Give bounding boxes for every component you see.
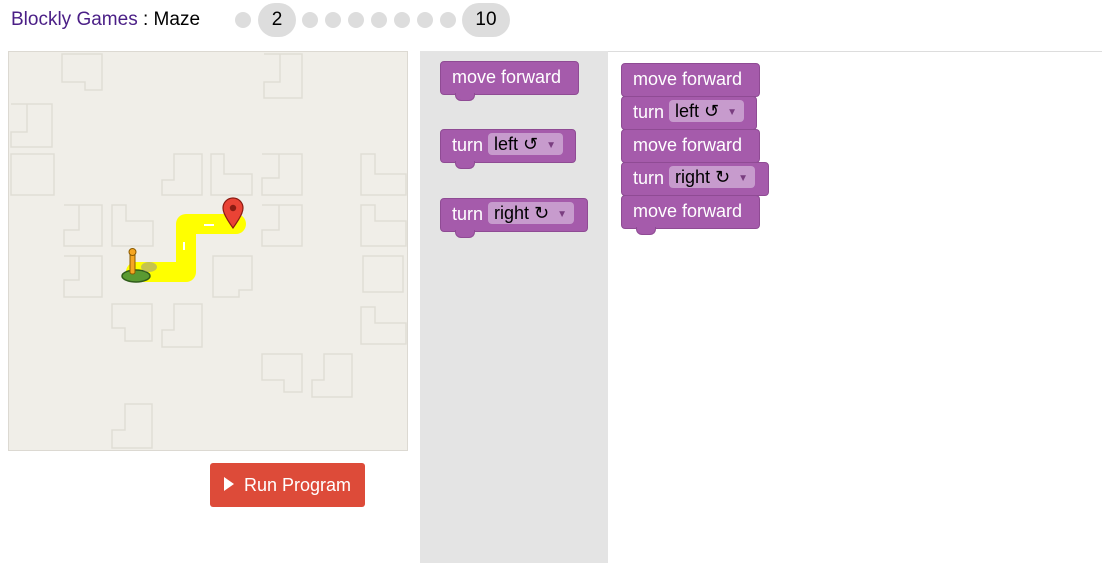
toolbox-move-forward-block[interactable]: move forward (440, 61, 579, 101)
workspace-move-forward-block[interactable]: move forward (621, 129, 760, 163)
workspace-turn-right-block[interactable]: turn right ↻ ▼ (621, 162, 769, 196)
level-7-dot[interactable] (394, 12, 410, 28)
block-notch (455, 161, 475, 169)
toolbox-flyout: move forward turn left ↺ ▼ turn right ↻ ▼ (420, 51, 608, 563)
block-label: move forward (633, 201, 743, 221)
dropdown-value: right ↻ (494, 203, 550, 223)
level-5-dot[interactable] (348, 12, 364, 28)
workspace-move-forward-block[interactable]: move forward (621, 63, 760, 97)
block-label: move forward (633, 69, 743, 89)
pegman-icon (128, 248, 137, 275)
maze-svg (10, 53, 407, 449)
block-label: turn (633, 168, 665, 188)
level-4-dot[interactable] (325, 12, 341, 28)
block-label: turn (452, 135, 484, 155)
block-label: turn (633, 102, 665, 122)
turn-direction-dropdown[interactable]: left ↺ ▼ (669, 100, 745, 122)
block-label: turn (452, 204, 484, 224)
maze-canvas (8, 51, 408, 451)
toolbox-turn-right-block[interactable]: turn right ↻ ▼ (440, 198, 588, 238)
start-pad (121, 269, 151, 283)
level-1-dot[interactable] (235, 12, 251, 28)
page-title: Blockly Games : Maze (11, 9, 200, 31)
turn-direction-dropdown[interactable]: right ↻ ▼ (669, 166, 756, 188)
pegman-shadow (141, 262, 157, 272)
block-notch (455, 230, 475, 238)
run-program-label: Run Program (243, 474, 352, 495)
play-icon (223, 476, 234, 491)
level-9-dot[interactable] (440, 12, 456, 28)
workspace-turn-left-block[interactable]: turn left ↺ ▼ (621, 96, 757, 130)
dropdown-arrow-icon: ▼ (557, 209, 568, 220)
dropdown-value: left ↺ (675, 101, 720, 121)
level-2-current[interactable]: 2 (258, 3, 296, 37)
run-program-button[interactable]: Run Program (210, 463, 365, 507)
block-notch (636, 227, 656, 235)
toolbox-turn-left-block[interactable]: turn left ↺ ▼ (440, 129, 576, 169)
header: Blockly Games : Maze 2 10 (0, 0, 1102, 44)
dropdown-value: right ↻ (675, 167, 731, 187)
turn-direction-dropdown[interactable]: left ↺ ▼ (488, 133, 564, 155)
dropdown-value: left ↺ (494, 134, 539, 154)
level-6-dot[interactable] (371, 12, 387, 28)
block-label: move forward (633, 135, 743, 155)
block-notch (455, 93, 475, 101)
maze-background-tiles (10, 53, 407, 449)
dropdown-arrow-icon: ▼ (546, 140, 557, 151)
level-10[interactable]: 10 (462, 3, 510, 37)
level-8-dot[interactable] (417, 12, 433, 28)
home-link[interactable]: Blockly Games (11, 9, 138, 30)
game-name: Maze (153, 9, 201, 30)
title-separator: : (137, 9, 154, 30)
block-label: move forward (452, 67, 562, 87)
dropdown-arrow-icon: ▼ (727, 107, 738, 118)
turn-direction-dropdown[interactable]: right ↻ ▼ (488, 202, 575, 224)
workspace-move-forward-block[interactable]: move forward (621, 195, 760, 235)
dropdown-arrow-icon: ▼ (738, 173, 749, 184)
level-3-dot[interactable] (302, 12, 318, 28)
